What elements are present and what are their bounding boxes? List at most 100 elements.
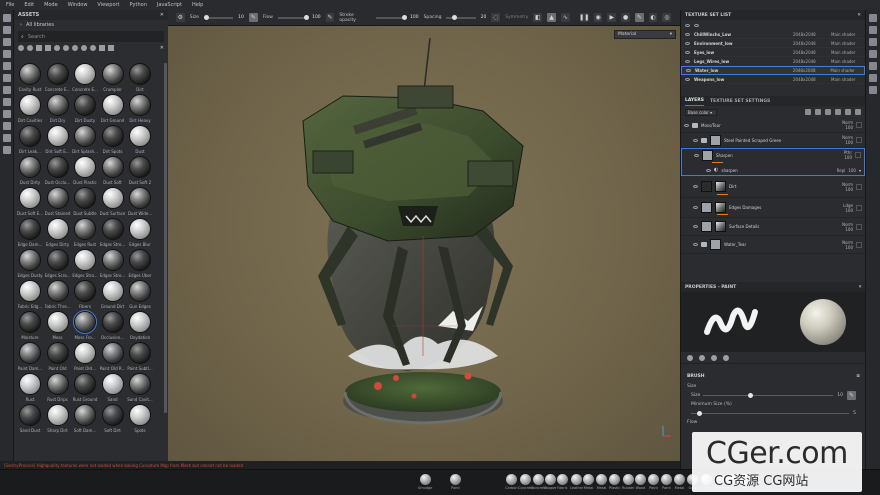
stroke-opacity-value[interactable]: 100 xyxy=(410,15,419,20)
eye-icon[interactable] xyxy=(684,123,689,127)
asset-tile[interactable]: Crumpler xyxy=(100,63,126,93)
export-icon[interactable] xyxy=(3,146,11,154)
search-input[interactable]: ⌕ Search xyxy=(18,31,164,42)
menu-file[interactable]: File xyxy=(6,2,14,8)
tab-texture-set-settings[interactable]: TEXTURE SET SETTINGS xyxy=(710,97,770,106)
filter-textures-icon[interactable] xyxy=(45,45,51,51)
asset-tile[interactable]: Dust Plastic xyxy=(72,156,98,186)
asset-tile[interactable]: Concrete E... xyxy=(72,63,98,93)
asset-tile[interactable]: Concrete E... xyxy=(45,63,71,93)
asset-tile[interactable]: Gun Edges xyxy=(127,280,153,310)
shelf-material[interactable]: Metal xyxy=(674,474,685,490)
asset-tile[interactable]: Spots xyxy=(127,404,153,434)
layer-select-checkbox[interactable] xyxy=(856,122,862,128)
pen-pressure-icon[interactable]: ✎ xyxy=(248,13,258,22)
layer-row[interactable]: Surface Details Norm 100 xyxy=(681,218,865,236)
shelf-material[interactable]: Leather xyxy=(570,474,583,490)
layer-row[interactable]: Water_Tear Norm 100 xyxy=(681,236,865,254)
camera-icon[interactable]: ◉ xyxy=(593,13,603,22)
asset-tile[interactable]: Dust Occlu... xyxy=(45,156,71,186)
material-picker-icon[interactable] xyxy=(3,98,11,106)
flow-value[interactable]: 100 xyxy=(312,15,321,20)
alpha-tab-icon[interactable] xyxy=(699,354,705,361)
asset-tile[interactable]: Paint Old xyxy=(45,342,71,372)
shelf-material[interactable]: Rubber xyxy=(622,474,635,490)
texture-set-row[interactable]: Eyes_low 2048x2048 Main shader xyxy=(681,48,865,57)
eye-icon[interactable] xyxy=(685,41,690,45)
asset-tile[interactable]: Soft Dam... xyxy=(72,404,98,434)
history-icon[interactable] xyxy=(869,62,877,70)
layer-select-checkbox[interactable] xyxy=(856,183,862,190)
asset-tile[interactable]: Dirt Splash... xyxy=(72,125,98,155)
asset-tile[interactable]: Edges Dirty xyxy=(45,218,71,248)
properties-icon[interactable] xyxy=(869,38,877,46)
asset-tile[interactable]: Dirt Cavities xyxy=(17,94,43,124)
asset-tile[interactable]: Rust Drips xyxy=(45,373,71,403)
polygon-fill-icon[interactable] xyxy=(3,50,11,58)
settings-icon[interactable] xyxy=(869,86,877,94)
asset-tile[interactable]: Dust Stained xyxy=(45,187,71,217)
asset-tile[interactable]: Dirt xyxy=(127,63,153,93)
layer-blend[interactable]: Norm 100 xyxy=(835,120,853,130)
filter-materials-icon[interactable] xyxy=(18,45,24,51)
layer-select-checkbox[interactable] xyxy=(856,204,862,211)
menu-window[interactable]: Window xyxy=(68,2,88,8)
asset-tile[interactable]: Moisture xyxy=(17,311,43,341)
size-slider[interactable] xyxy=(703,392,834,398)
shelf-material[interactable]: Carbon xyxy=(505,474,518,490)
layer-row[interactable]: Dirt Norm 100 xyxy=(681,176,865,198)
filter-grunges-icon[interactable] xyxy=(72,45,78,51)
filter-smart-materials-icon[interactable] xyxy=(27,45,33,51)
asset-tile[interactable]: Ground Dirt xyxy=(100,280,126,310)
asset-tile[interactable]: Edges Scra... xyxy=(45,249,71,279)
flow-pressure-icon[interactable]: ✎ xyxy=(325,13,335,22)
pen-pressure-icon[interactable]: ✎ xyxy=(847,391,856,400)
shelf-material[interactable]: Copper xyxy=(544,474,557,490)
filter-masks-icon[interactable] xyxy=(36,45,42,51)
shelf-material[interactable]: Paint xyxy=(648,474,659,490)
shelf-material[interactable]: Paint xyxy=(450,474,461,490)
close-icon[interactable]: ✕ xyxy=(858,285,862,290)
asset-tile[interactable]: Fibers xyxy=(72,280,98,310)
asset-tile[interactable]: Moss xyxy=(45,311,71,341)
asset-tile[interactable]: Dirt Heavy xyxy=(127,94,153,124)
layers-icon[interactable] xyxy=(869,26,877,34)
layer-blend[interactable]: Norm 100 xyxy=(835,135,853,145)
asset-tile[interactable]: Edges Stro... xyxy=(100,249,126,279)
eye-icon[interactable] xyxy=(693,185,698,188)
paint-brush-icon[interactable] xyxy=(3,14,11,22)
shelf-material[interactable]: Smudge xyxy=(418,474,432,490)
filter-alphas-icon[interactable] xyxy=(63,45,69,51)
asset-tile[interactable]: Dirt Leak... xyxy=(17,125,43,155)
min-size-slider[interactable] xyxy=(691,410,850,416)
add-mask-icon[interactable] xyxy=(815,109,821,115)
layer-blend[interactable]: Norm 100 xyxy=(835,182,853,192)
size-value[interactable]: 10 xyxy=(837,393,843,398)
sphere-icon[interactable]: ● xyxy=(621,13,630,22)
layer-select-checkbox[interactable] xyxy=(856,137,862,143)
menu-icon[interactable]: ≡ xyxy=(856,374,860,379)
asset-tile[interactable]: Paint Old... xyxy=(72,342,98,372)
effect-opacity[interactable]: 100 xyxy=(848,168,856,173)
layer-blend[interactable]: Norm 100 xyxy=(835,240,853,250)
layer-select-checkbox[interactable] xyxy=(856,223,862,230)
asset-tile[interactable]: Dust Surface xyxy=(100,187,126,217)
eye-icon[interactable] xyxy=(685,23,690,27)
shelf-material[interactable]: Wood xyxy=(635,474,646,490)
eye-icon[interactable] xyxy=(706,168,711,172)
asset-tile[interactable]: Soft Dirt xyxy=(100,404,126,434)
eye-icon[interactable] xyxy=(685,59,690,63)
lazy-mouse-icon[interactable]: ◌ xyxy=(491,13,501,22)
min-size-value[interactable]: 5 xyxy=(853,411,856,416)
add-fill-layer-icon[interactable] xyxy=(825,109,831,115)
channel-select[interactable]: Base color ▾ xyxy=(685,108,717,116)
layer-select-checkbox[interactable] xyxy=(855,152,861,158)
asset-tile[interactable]: Edge Dam... xyxy=(17,218,43,248)
layer-blend[interactable]: Pthr 100 xyxy=(834,150,852,160)
shelf-material[interactable]: Plastic xyxy=(609,474,620,490)
asset-tile[interactable]: Dust Dirty xyxy=(17,156,43,186)
assets-scrollbar[interactable] xyxy=(164,63,167,413)
layer-row[interactable]: Moss/Tear Norm 100 xyxy=(681,118,865,133)
3d-viewport[interactable]: Material ▾ xyxy=(168,26,680,470)
asset-tile[interactable]: Dust Subtle xyxy=(72,187,98,217)
